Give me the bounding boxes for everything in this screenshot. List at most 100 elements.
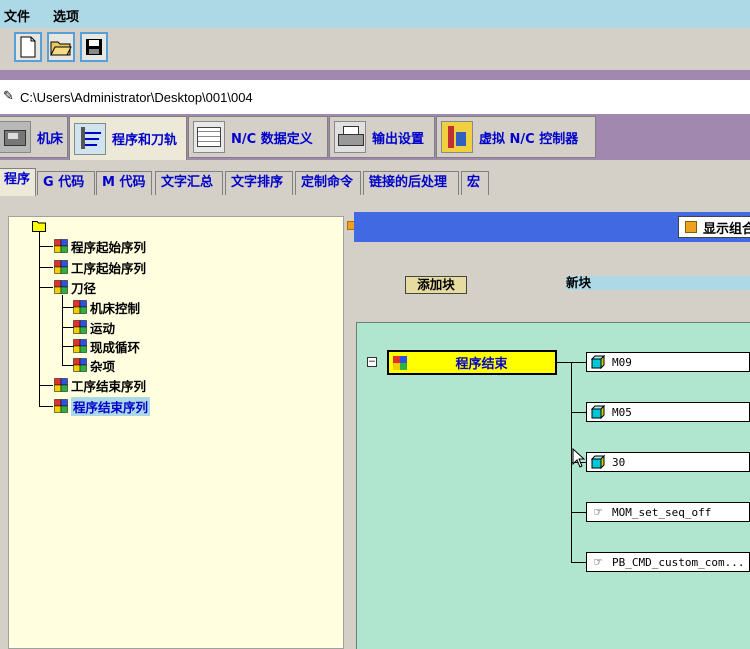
tab-label: 虚拟 N/C 控制器 — [479, 131, 579, 147]
subtab-linked-post[interactable]: 链接的后处理 — [363, 171, 459, 195]
tree-item[interactable]: 程序起始序列 — [54, 237, 146, 255]
block-icon — [590, 405, 606, 419]
program-toolpath-icon — [74, 122, 106, 155]
tree-item[interactable]: 运动 — [73, 318, 115, 336]
open-folder-icon — [50, 41, 72, 56]
block-cube-icon — [393, 355, 407, 370]
subtab-word-summary[interactable]: 文字汇总 — [155, 171, 223, 195]
block-item[interactable]: M05 — [586, 402, 750, 422]
tree-line — [39, 267, 53, 268]
block-label: M05 — [612, 405, 632, 419]
cube-icon — [73, 358, 87, 372]
subtab-custom-command[interactable]: 定制命令 — [295, 171, 361, 195]
menu-file[interactable]: 文件 — [4, 6, 30, 25]
tab-label: 程序和刀轨 — [112, 133, 178, 148]
tab-label: 机床 — [37, 131, 64, 147]
cube-icon — [54, 260, 68, 274]
tree-line — [62, 295, 63, 365]
subtab-g-code[interactable]: G 代码 — [37, 171, 95, 195]
file-path: C:\Users\Administrator\Desktop\001\004 — [20, 90, 253, 105]
menu-options[interactable]: 选项 — [53, 6, 79, 25]
nc-data-icon — [193, 121, 225, 153]
menu-bar — [0, 0, 750, 28]
program-end-label: 程序结束 — [455, 357, 508, 372]
tree-line — [39, 287, 53, 288]
tree-item[interactable]: 刀径 — [54, 278, 96, 296]
cube-icon — [73, 320, 87, 334]
mouse-cursor-icon — [572, 448, 586, 468]
tab-program-toolpath[interactable]: 程序和刀轨 — [69, 116, 187, 160]
tree-item-selected[interactable]: 程序结束序列 — [54, 396, 151, 416]
command-label: PB_CMD_custom_com... — [612, 555, 745, 569]
connector-line — [571, 562, 586, 563]
command-item[interactable]: ☞ MOM_set_seq_off — [586, 502, 750, 522]
hand-pointer-icon: ☞ — [594, 554, 602, 570]
add-block-button[interactable]: 添加块 — [405, 276, 467, 294]
new-file-button[interactable] — [14, 32, 42, 62]
tab-virtual-controller[interactable]: 虚拟 N/C 控制器 — [436, 116, 596, 158]
tree-line — [39, 406, 53, 407]
tree-item[interactable]: 杂项 — [73, 356, 115, 374]
cube-icon — [54, 280, 68, 294]
tree-line — [39, 231, 40, 407]
tree-item-label: 现成循环 — [90, 339, 141, 355]
block-label: 30 — [612, 455, 626, 469]
show-combo-label: 显示组合 — [703, 221, 750, 237]
tree-item[interactable]: 现成循环 — [73, 337, 140, 355]
subtab-macro[interactable]: 宏 — [461, 171, 489, 195]
subtab-word-sequence[interactable]: 文字排序 — [225, 171, 293, 195]
tab-label: 输出设置 — [372, 131, 425, 147]
cube-icon — [73, 300, 87, 314]
tree-root[interactable] — [32, 220, 46, 235]
tree-item[interactable]: 工序结束序列 — [54, 376, 146, 394]
connector-line — [557, 362, 572, 363]
tree-item-label: 运动 — [90, 320, 116, 336]
subtab-m-code[interactable]: M 代码 — [96, 171, 152, 195]
block-icon — [590, 455, 606, 469]
save-button[interactable] — [80, 32, 108, 62]
folder-icon — [32, 221, 46, 232]
tree-item-label: 杂项 — [90, 358, 116, 374]
block-icon — [590, 355, 606, 369]
block-item[interactable]: M09 — [586, 352, 750, 372]
cube-icon — [54, 378, 68, 392]
block-label: M09 — [612, 355, 632, 369]
program-end-node[interactable]: 程序结束 — [387, 350, 557, 375]
tree-item-label: 程序起始序列 — [71, 239, 147, 255]
collapse-toggle[interactable]: − — [367, 357, 377, 367]
tree-line — [39, 246, 53, 247]
printer-icon — [334, 121, 366, 153]
tab-output-settings[interactable]: 输出设置 — [329, 116, 435, 158]
tab-label: N/C 数据定义 — [231, 131, 313, 147]
cube-icon — [54, 239, 68, 253]
tree-line — [39, 385, 53, 386]
cube-icon — [73, 339, 87, 353]
tree-item-label: 刀径 — [71, 280, 97, 296]
open-button[interactable] — [47, 32, 75, 62]
new-file-icon — [20, 36, 36, 58]
new-block-field[interactable]: 新块 — [566, 276, 750, 290]
tab-machine[interactable]: 机床 — [0, 116, 68, 158]
hand-pointer-icon: ☞ — [594, 504, 602, 520]
tree-item-label: 程序结束序列 — [71, 396, 151, 416]
tree-item-label: 工序结束序列 — [71, 378, 147, 394]
cube-icon — [54, 399, 68, 413]
tree-item-label: 机床控制 — [90, 300, 141, 316]
tree-item-label: 工序起始序列 — [71, 260, 147, 276]
save-icon — [86, 39, 102, 55]
block-item[interactable]: 30 — [586, 452, 750, 472]
connector-line — [571, 362, 586, 363]
toolbar — [0, 28, 750, 70]
tree-item[interactable]: 工序起始序列 — [54, 258, 146, 276]
pencil-icon: ✎ — [3, 89, 14, 104]
command-item[interactable]: ☞ PB_CMD_custom_com... — [586, 552, 750, 572]
connector-line — [571, 412, 586, 413]
show-combo-checkbox[interactable]: 显示组合 — [678, 216, 750, 238]
tab-nc-data[interactable]: N/C 数据定义 — [188, 116, 328, 158]
pane-divider[interactable] — [344, 216, 354, 649]
subtab-program[interactable]: 程序 — [0, 168, 36, 196]
tree-item[interactable]: 机床控制 — [73, 298, 140, 316]
separator-bar — [0, 70, 750, 80]
machine-icon — [0, 121, 31, 153]
checkbox-icon — [685, 221, 697, 233]
